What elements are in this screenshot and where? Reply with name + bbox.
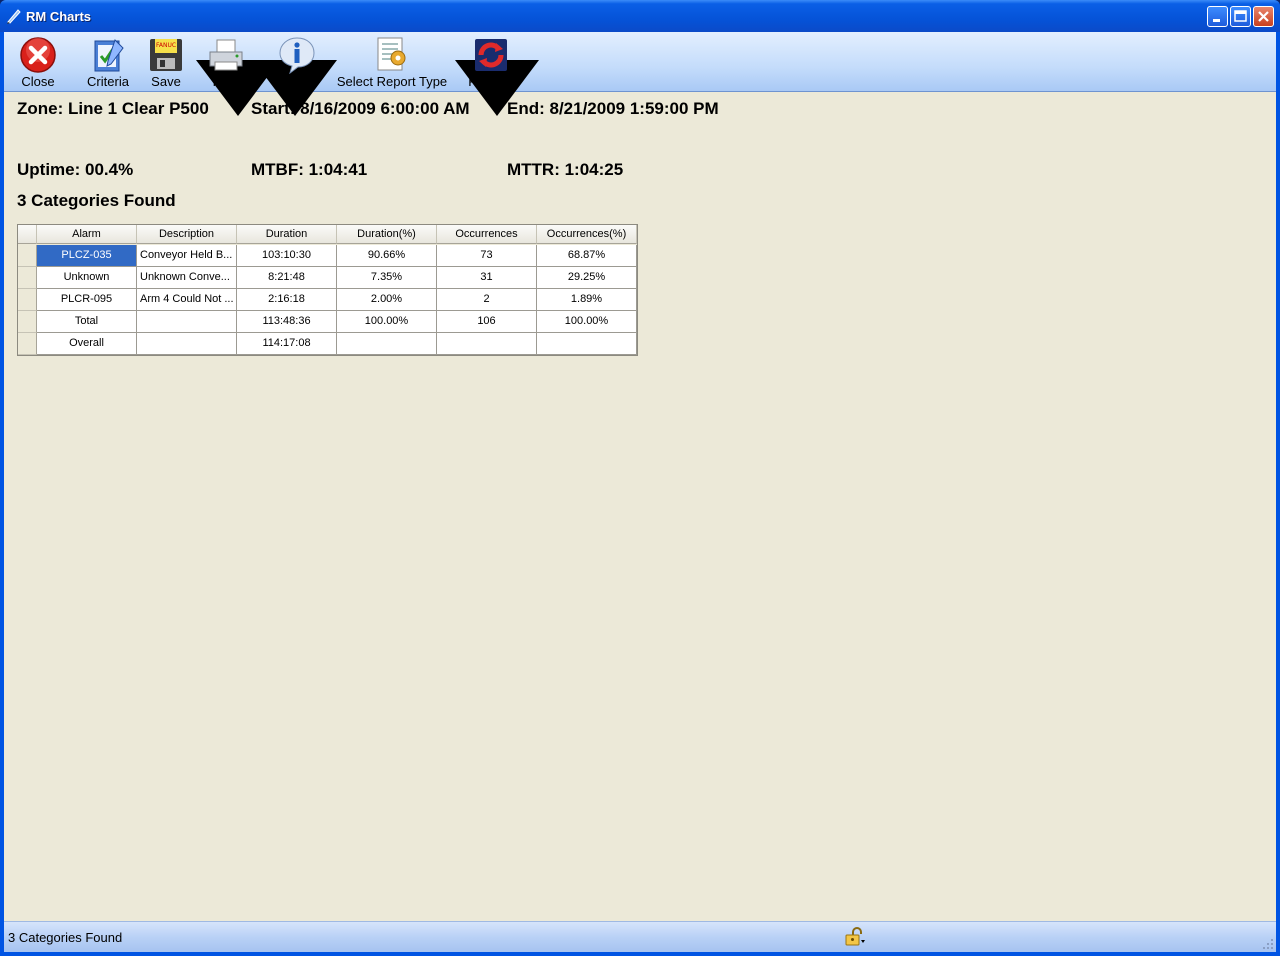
refresh-button[interactable]: Refresh: [466, 34, 516, 90]
grid-cell-duration-percent[interactable]: 7.35%: [337, 267, 437, 289]
close-circle-icon: [20, 37, 56, 73]
status-bar-text: 3 Categories Found: [8, 930, 123, 945]
close-label: Close: [21, 74, 55, 89]
grid-cell-duration-percent[interactable]: 2.00%: [337, 289, 437, 311]
minimize-button[interactable]: [1207, 6, 1228, 27]
grid-cell-occurrences[interactable]: 73: [437, 245, 537, 267]
unlocked-padlock-icon[interactable]: [844, 927, 866, 947]
grid-cell-description[interactable]: Unknown Conve...: [137, 267, 237, 289]
row-header[interactable]: [18, 289, 37, 311]
refresh-arrows-icon: [475, 39, 507, 71]
refresh-label: Refresh: [468, 74, 514, 89]
grid-cell-duration[interactable]: 2:16:18: [237, 289, 337, 311]
grid-cell-duration[interactable]: 103:10:30: [237, 245, 337, 267]
info-bubble-icon: [279, 37, 315, 74]
column-header-description[interactable]: Description: [137, 225, 237, 244]
column-header-duration[interactable]: Duration: [237, 225, 337, 244]
grid-cell-occurrences-percent[interactable]: 29.25%: [537, 267, 637, 289]
maximize-icon: [1234, 10, 1247, 22]
grid-cell-occurrences[interactable]: 106: [437, 311, 537, 333]
mtbf-label: MTBF: 1:04:41: [251, 160, 368, 179]
report-settings-icon: [377, 37, 406, 71]
svg-text:FANUC: FANUC: [156, 42, 176, 49]
client-area: Close Criteria FANUC Save Print Status S…: [4, 32, 1276, 952]
criteria-checklist-icon: [94, 39, 124, 72]
grid-cell-description[interactable]: [137, 311, 237, 333]
resize-grip-icon[interactable]: [1262, 938, 1274, 950]
column-header-alarm[interactable]: Alarm: [37, 225, 137, 244]
end-label: End: 8/21/2009 1:59:00 PM: [507, 99, 719, 118]
select-report-type-button[interactable]: Select Report Type: [334, 34, 450, 90]
column-header-occurrences[interactable]: Occurrences: [437, 225, 537, 244]
printer-icon: [209, 39, 243, 71]
column-header-duration-percent[interactable]: Duration(%): [337, 225, 437, 244]
criteria-label: Criteria: [87, 74, 129, 89]
grid-cell-duration-percent[interactable]: 90.66%: [337, 245, 437, 267]
grid-cell-occurrences[interactable]: 31: [437, 267, 537, 289]
window-title: RM Charts: [26, 9, 92, 24]
grid-cell-description[interactable]: [137, 333, 237, 355]
uptime-label: Uptime: 00.4%: [17, 160, 134, 179]
grid-cell-occurrences-percent[interactable]: 68.87%: [537, 245, 637, 267]
column-header-occurrences-percent[interactable]: Occurrences(%): [537, 225, 637, 244]
app-window: RM Charts Close Criteria FANUC Save Prin…: [0, 0, 1280, 956]
toolbar: Close Criteria FANUC Save Print Status S…: [4, 32, 1276, 116]
save-label: Save: [151, 74, 181, 89]
chart-pen-icon: [7, 9, 21, 24]
grid-cell-duration[interactable]: 8:21:48: [237, 267, 337, 289]
close-icon: [1258, 11, 1269, 22]
grid-cell-duration-percent[interactable]: 100.00%: [337, 311, 437, 333]
grid-cell-duration-percent[interactable]: [337, 333, 437, 355]
categories-found-label: 3 Categories Found: [17, 191, 176, 210]
grid-cell-alarm[interactable]: PLCR-095: [37, 289, 137, 311]
maximize-button[interactable]: [1230, 6, 1251, 27]
print-button[interactable]: Print: [204, 34, 248, 90]
floppy-disk-icon: FANUC: [150, 39, 182, 71]
grid-cell-duration[interactable]: 114:17:08: [237, 333, 337, 355]
close-button[interactable]: Close: [14, 34, 62, 90]
grid-cell-description[interactable]: Conveyor Held B...: [137, 245, 237, 267]
grid-cell-occurrences[interactable]: [437, 333, 537, 355]
grid-cell-alarm[interactable]: Total: [37, 311, 137, 333]
print-label: Print: [212, 74, 240, 89]
grid-corner-header[interactable]: [18, 225, 37, 244]
row-header[interactable]: [18, 245, 37, 267]
row-header[interactable]: [18, 333, 37, 355]
status-label: Status: [278, 74, 316, 89]
start-label: Start: 8/16/2009 6:00:00 AM: [251, 99, 470, 118]
grid-cell-alarm[interactable]: PLCZ-035: [37, 245, 137, 267]
grid-cell-occurrences-percent[interactable]: 1.89%: [537, 289, 637, 311]
grid-cell-alarm[interactable]: Unknown: [37, 267, 137, 289]
title-bar[interactable]: RM Charts: [0, 0, 1280, 32]
criteria-button[interactable]: Criteria: [84, 34, 132, 90]
grid-cell-duration[interactable]: 113:48:36: [237, 311, 337, 333]
select-report-type-label: Select Report Type: [336, 74, 448, 89]
grid-cell-occurrences[interactable]: 2: [437, 289, 537, 311]
status-button[interactable]: Status: [272, 34, 322, 90]
grid-cell-occurrences-percent[interactable]: [537, 333, 637, 355]
row-header[interactable]: [18, 267, 37, 289]
grid-cell-alarm[interactable]: Overall: [37, 333, 137, 355]
zone-label: Zone: Line 1 Clear P500: [17, 99, 209, 118]
row-header[interactable]: [18, 311, 37, 333]
grid-cell-occurrences-percent[interactable]: 100.00%: [537, 311, 637, 333]
minimize-icon: [1213, 19, 1220, 22]
mttr-label: MTTR: 1:04:25: [507, 160, 624, 179]
status-bar: 3 Categories Found: [4, 921, 1276, 952]
grid-cell-description[interactable]: Arm 4 Could Not ...: [137, 289, 237, 311]
alarm-data-grid[interactable]: Alarm Description Duration Duration(%) O…: [17, 224, 638, 356]
save-button[interactable]: FANUC Save: [144, 34, 188, 90]
close-window-button[interactable]: [1253, 6, 1274, 27]
